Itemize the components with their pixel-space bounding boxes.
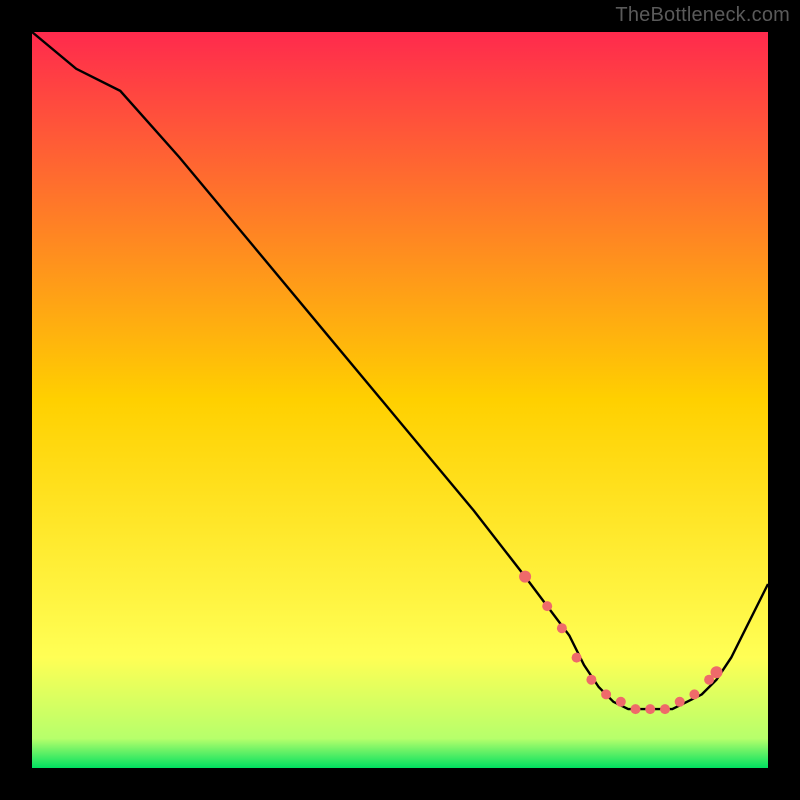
chart-svg <box>32 32 768 768</box>
highlight-marker <box>519 571 531 583</box>
chart-stage: TheBottleneck.com <box>0 0 800 800</box>
highlight-marker <box>631 704 641 714</box>
watermark-text: TheBottleneck.com <box>615 4 790 27</box>
highlight-marker <box>660 704 670 714</box>
highlight-marker <box>645 704 655 714</box>
highlight-marker <box>616 697 626 707</box>
highlight-marker <box>689 689 699 699</box>
highlight-marker <box>542 601 552 611</box>
highlight-marker <box>586 675 596 685</box>
gradient-background <box>32 32 768 768</box>
highlight-marker <box>572 653 582 663</box>
highlight-marker <box>557 623 567 633</box>
plot-area <box>32 32 768 768</box>
highlight-marker <box>601 689 611 699</box>
highlight-marker <box>711 666 723 678</box>
highlight-marker <box>675 697 685 707</box>
